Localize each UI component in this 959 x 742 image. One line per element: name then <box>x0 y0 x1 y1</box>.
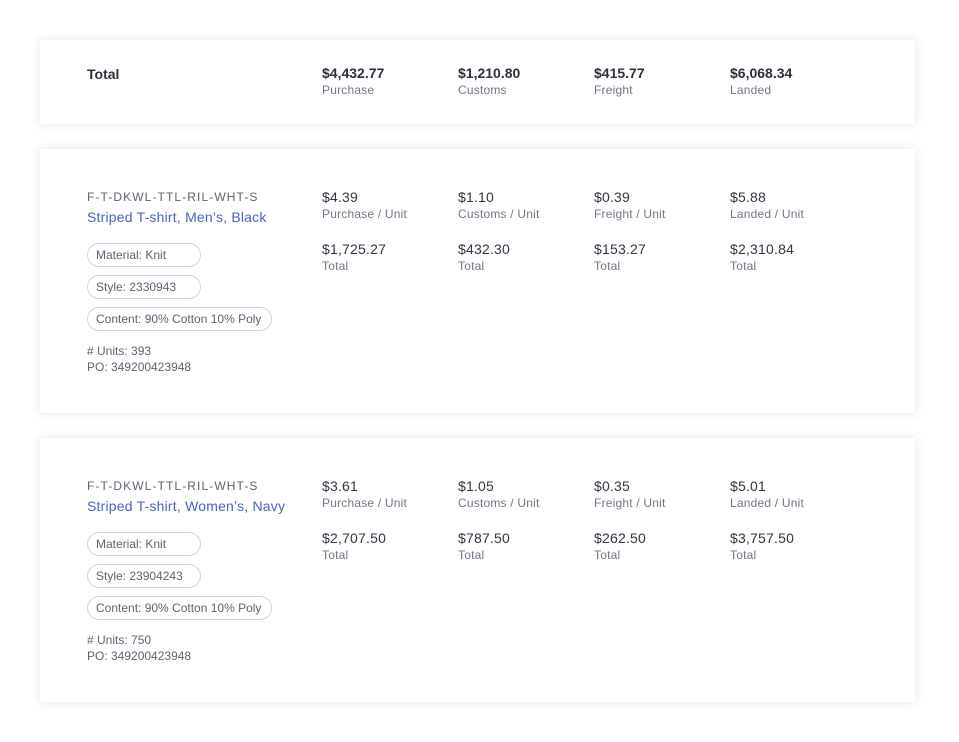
purchase-unit-label: Purchase / Unit <box>322 496 408 510</box>
summary-title: Total <box>87 66 120 82</box>
landed-unit-label: Landed / Unit <box>730 496 804 510</box>
item-sku: F-T-DKWL-TTL-RIL-WHT-S <box>87 190 259 204</box>
item-po: PO: 349200423948 <box>87 360 192 374</box>
purchase-total-label: Total <box>322 548 349 562</box>
purchase-unit: $4.39 Purchase / Unit <box>322 189 407 222</box>
item-card: F-T-DKWL-TTL-RIL-WHT-S Striped T-shirt, … <box>40 438 915 702</box>
landed-total-label: Total <box>730 548 757 562</box>
item-name-link[interactable]: Striped T-shirt, Women’s, Navy <box>87 498 285 514</box>
purchase-unit-value: $3.61 <box>322 478 359 494</box>
purchase-unit-label: Purchase / Unit <box>322 207 408 221</box>
freight-total: $153.27 Total <box>594 241 646 274</box>
landed-total: $2,310.84 Total <box>730 241 794 274</box>
customs-total-value: $787.50 <box>458 530 511 546</box>
summary-customs-label: Customs <box>458 83 507 97</box>
landed-total-value: $2,310.84 <box>730 241 795 257</box>
summary-card: Total $4,432.77 Purchase $1,210.80 Custo… <box>40 40 915 124</box>
landed-total-value: $3,757.50 <box>730 530 795 546</box>
summary-purchase-value: $4,432.77 <box>322 65 385 81</box>
customs-unit-value: $1.10 <box>458 189 495 205</box>
freight-unit-value: $0.35 <box>594 478 631 494</box>
item-units: # Units: 393 <box>87 344 152 358</box>
summary-purchase: $4,432.77 Purchase <box>322 65 384 98</box>
summary-landed-label: Landed <box>730 83 772 97</box>
freight-total-value: $262.50 <box>594 530 647 546</box>
item-po: PO: 349200423948 <box>87 649 192 663</box>
purchase-total-value: $1,725.27 <box>322 241 387 257</box>
summary-freight: $415.77 Freight <box>594 65 645 98</box>
purchase-total-label: Total <box>322 259 349 273</box>
freight-unit-value: $0.39 <box>594 189 631 205</box>
purchase-total: $2,707.50 Total <box>322 530 386 563</box>
purchase-unit: $3.61 Purchase / Unit <box>322 478 407 511</box>
freight-total: $262.50 Total <box>594 530 646 563</box>
summary-customs-value: $1,210.80 <box>458 65 521 81</box>
customs-total: $787.50 Total <box>458 530 510 563</box>
tag-material: Material: Knit <box>87 532 201 556</box>
tag-style: Style: 23904243 <box>87 564 201 588</box>
customs-unit-label: Customs / Unit <box>458 207 540 221</box>
customs-total-label: Total <box>458 259 485 273</box>
landed-unit-value: $5.88 <box>730 189 767 205</box>
tag-content: Content: 90% Cotton 10% Poly <box>87 596 272 620</box>
purchase-total: $1,725.27 Total <box>322 241 386 274</box>
tag-style: Style: 2330943 <box>87 275 201 299</box>
customs-total-label: Total <box>458 548 485 562</box>
customs-unit-value: $1.05 <box>458 478 495 494</box>
summary-landed-value: $6,068.34 <box>730 65 793 81</box>
customs-unit: $1.10 Customs / Unit <box>458 189 540 222</box>
purchase-total-value: $2,707.50 <box>322 530 387 546</box>
summary-landed: $6,068.34 Landed <box>730 65 792 98</box>
landed-unit: $5.01 Landed / Unit <box>730 478 804 511</box>
summary-customs: $1,210.80 Customs <box>458 65 520 98</box>
freight-total-value: $153.27 <box>594 241 647 257</box>
customs-total: $432.30 Total <box>458 241 510 274</box>
customs-unit: $1.05 Customs / Unit <box>458 478 540 511</box>
landed-unit: $5.88 Landed / Unit <box>730 189 804 222</box>
summary-freight-value: $415.77 <box>594 65 645 81</box>
landed-unit-value: $5.01 <box>730 478 767 494</box>
freight-unit: $0.35 Freight / Unit <box>594 478 666 511</box>
landed-unit-label: Landed / Unit <box>730 207 804 221</box>
item-card: F-T-DKWL-TTL-RIL-WHT-S Striped T-shirt, … <box>40 149 915 413</box>
landed-total-label: Total <box>730 259 757 273</box>
tag-material: Material: Knit <box>87 243 201 267</box>
summary-purchase-label: Purchase <box>322 83 375 97</box>
tag-content: Content: 90% Cotton 10% Poly <box>87 307 272 331</box>
customs-unit-label: Customs / Unit <box>458 496 540 510</box>
freight-unit-label: Freight / Unit <box>594 207 666 221</box>
item-sku: F-T-DKWL-TTL-RIL-WHT-S <box>87 479 259 493</box>
summary-freight-label: Freight <box>594 83 633 97</box>
freight-unit-label: Freight / Unit <box>594 496 666 510</box>
customs-total-value: $432.30 <box>458 241 511 257</box>
freight-unit: $0.39 Freight / Unit <box>594 189 666 222</box>
purchase-unit-value: $4.39 <box>322 189 359 205</box>
freight-total-label: Total <box>594 259 621 273</box>
freight-total-label: Total <box>594 548 621 562</box>
landed-total: $3,757.50 Total <box>730 530 794 563</box>
item-name-link[interactable]: Striped T-shirt, Men’s, Black <box>87 209 267 225</box>
item-units: # Units: 750 <box>87 633 152 647</box>
